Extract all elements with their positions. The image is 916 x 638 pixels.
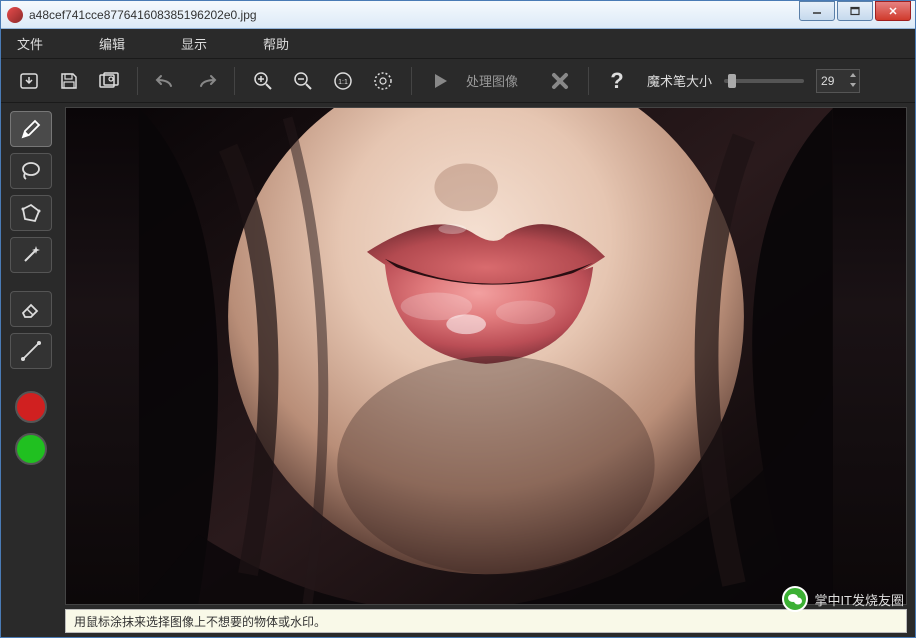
brush-size-value: 29 xyxy=(821,74,834,88)
svg-text:1:1: 1:1 xyxy=(338,79,348,86)
watermark: 掌中IT发烧友圈 xyxy=(782,586,904,612)
brush-size-label: 魔术笔大小 xyxy=(647,71,712,90)
menu-help[interactable]: 帮助 xyxy=(255,30,297,57)
zoom-in-button[interactable] xyxy=(245,65,281,97)
magic-wand-tool[interactable] xyxy=(10,237,52,273)
zoom-out-button[interactable] xyxy=(285,65,321,97)
save-button[interactable] xyxy=(51,65,87,97)
line-tool[interactable] xyxy=(10,333,52,369)
play-button[interactable] xyxy=(422,65,458,97)
import-button[interactable] xyxy=(11,65,47,97)
canvas-area: 用鼠标涂抹来选择图像上不想要的物体或水印。 xyxy=(61,103,915,637)
brush-size-input[interactable]: 29 xyxy=(816,69,860,93)
spin-up[interactable] xyxy=(849,71,857,80)
separator xyxy=(411,67,412,95)
separator xyxy=(137,67,138,95)
close-button[interactable] xyxy=(875,1,911,21)
menu-view[interactable]: 显示 xyxy=(173,30,215,57)
status-hint: 用鼠标涂抹来选择图像上不想要的物体或水印。 xyxy=(74,613,326,630)
menu-edit[interactable]: 编辑 xyxy=(91,30,133,57)
wechat-icon xyxy=(782,586,808,612)
app-icon xyxy=(7,7,23,23)
menu-file[interactable]: 文件 xyxy=(9,30,51,57)
canvas[interactable] xyxy=(65,107,907,605)
marker-tool[interactable] xyxy=(10,111,52,147)
spin-arrows xyxy=(849,71,857,90)
separator xyxy=(234,67,235,95)
watermark-text: 掌中IT发烧友圈 xyxy=(814,590,904,609)
color-red[interactable] xyxy=(15,391,47,423)
window-title: a48cef741cce877641608385196202e0.jpg xyxy=(29,8,799,22)
zoom-fit-button[interactable] xyxy=(365,65,401,97)
help-button[interactable]: ? xyxy=(599,65,635,97)
process-label: 处理图像 xyxy=(466,71,518,90)
canvas-image xyxy=(139,108,833,604)
body-area: 用鼠标涂抹来选择图像上不想要的物体或水印。 xyxy=(1,103,915,637)
spin-down[interactable] xyxy=(849,81,857,90)
left-toolbar xyxy=(1,103,61,637)
separator xyxy=(588,67,589,95)
gallery-button[interactable] xyxy=(91,65,127,97)
zoom-11-button[interactable]: 1:1 xyxy=(325,65,361,97)
status-bar: 用鼠标涂抹来选择图像上不想要的物体或水印。 xyxy=(65,609,907,633)
undo-button[interactable] xyxy=(148,65,184,97)
svg-text:?: ? xyxy=(610,70,623,92)
slider-thumb[interactable] xyxy=(728,74,736,88)
app-window: a48cef741cce877641608385196202e0.jpg 文件 … xyxy=(0,0,916,638)
maximize-button[interactable] xyxy=(837,1,873,21)
window-controls xyxy=(799,1,915,28)
polygon-tool[interactable] xyxy=(10,195,52,231)
titlebar[interactable]: a48cef741cce877641608385196202e0.jpg xyxy=(1,1,915,29)
menubar: 文件 编辑 显示 帮助 xyxy=(1,29,915,59)
color-green[interactable] xyxy=(15,433,47,465)
toolbar: 1:1 处理图像 ? 魔术笔大小 29 xyxy=(1,59,915,103)
lasso-tool[interactable] xyxy=(10,153,52,189)
cancel-button[interactable] xyxy=(542,65,578,97)
eraser-tool[interactable] xyxy=(10,291,52,327)
brush-size-slider[interactable] xyxy=(724,79,804,83)
minimize-button[interactable] xyxy=(799,1,835,21)
redo-button[interactable] xyxy=(188,65,224,97)
